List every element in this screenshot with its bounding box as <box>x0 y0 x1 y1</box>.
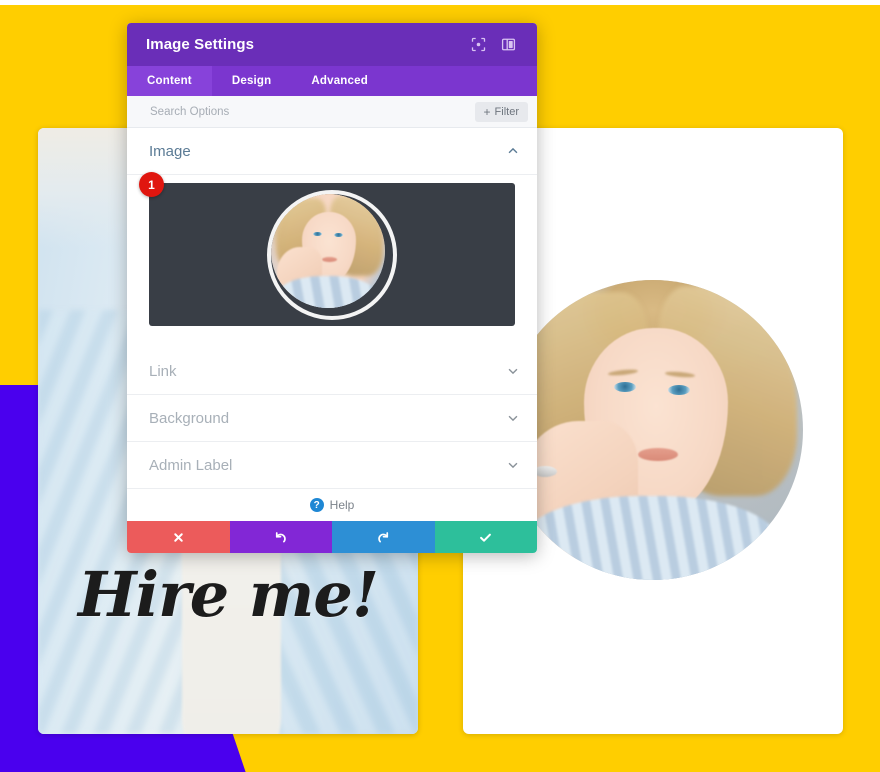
portrait-image <box>503 280 803 580</box>
image-preview-wrap: 1 <box>127 172 537 348</box>
modal-tabbar: Content Design Advanced <box>127 66 537 96</box>
portrait-lips <box>638 448 678 461</box>
help-row[interactable]: ? Help <box>127 489 537 521</box>
hire-me-headline: Hire me! <box>77 558 379 631</box>
image-preview-panel[interactable]: 1 <box>139 172 515 326</box>
portrait-eye-left <box>614 382 636 392</box>
section-title-admin-label: Admin Label <box>149 456 233 474</box>
modal-title: Image Settings <box>146 36 255 53</box>
portrait-shirt <box>521 496 779 580</box>
chevron-down-icon <box>508 462 518 469</box>
search-bar: + Filter <box>127 96 537 128</box>
tab-advanced[interactable]: Advanced <box>291 66 388 96</box>
question-mark-icon: ? <box>309 498 324 512</box>
search-input[interactable] <box>148 104 475 119</box>
image-thumbnail[interactable] <box>267 189 397 320</box>
chevron-down-icon <box>508 415 518 422</box>
redo-button[interactable] <box>332 521 435 553</box>
portrait-eye-right <box>668 385 690 395</box>
section-header-background[interactable]: Background <box>127 395 537 442</box>
redo-icon <box>377 531 388 542</box>
chevron-up-icon <box>508 147 518 154</box>
modal-header: Image Settings <box>127 23 537 66</box>
save-button[interactable] <box>434 521 537 553</box>
section-title-background: Background <box>149 409 230 427</box>
image-settings-modal: Image Settings Content Design Advanced S… <box>127 23 537 553</box>
tab-design[interactable]: Design <box>212 66 292 96</box>
section-title-link: Link <box>149 362 177 380</box>
filter-button[interactable]: + Filter <box>474 101 528 122</box>
cancel-button[interactable] <box>127 521 230 553</box>
layout-panel-icon[interactable] <box>495 32 521 58</box>
thumbnail-portrait <box>271 193 385 308</box>
thumb-shirt <box>277 275 376 308</box>
help-label[interactable]: Help <box>330 498 355 512</box>
section-header-image[interactable]: Image <box>127 128 537 175</box>
chevron-down-icon <box>508 368 518 375</box>
undo-button[interactable] <box>229 521 332 553</box>
section-header-link[interactable]: Link <box>127 348 537 395</box>
status-badge: 1 <box>139 172 164 197</box>
plus-icon: + <box>483 104 491 119</box>
section-header-admin-label[interactable]: Admin Label <box>127 442 537 489</box>
check-icon <box>480 533 492 542</box>
modal-footer <box>127 521 537 553</box>
section-title-image: Image <box>149 142 191 160</box>
filter-label: Filter <box>494 105 519 118</box>
undo-icon <box>276 531 287 542</box>
tab-content[interactable]: Content <box>127 66 212 96</box>
page-canvas: Hire me! Image Settings Content Design A… <box>0 0 880 772</box>
close-icon <box>174 532 183 542</box>
focus-target-icon[interactable] <box>465 32 491 58</box>
